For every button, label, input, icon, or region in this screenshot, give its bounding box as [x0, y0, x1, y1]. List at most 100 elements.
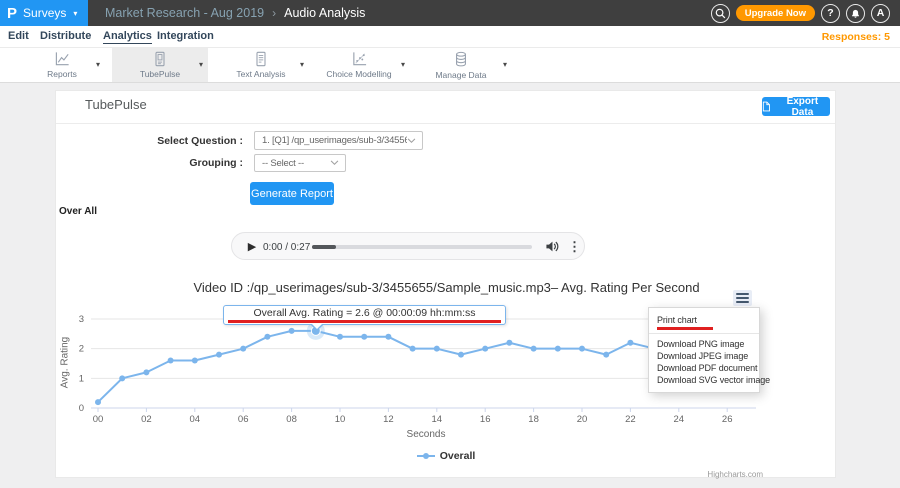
data-point[interactable] — [458, 352, 464, 358]
data-point[interactable] — [264, 334, 270, 340]
chart-context-menu-button[interactable] — [733, 290, 752, 306]
legend-item-overall[interactable]: Overall — [346, 450, 546, 462]
scatter-model-icon — [351, 51, 368, 67]
text-document-icon — [253, 51, 269, 67]
search-button[interactable] — [711, 4, 730, 23]
hamburger-icon — [736, 293, 749, 295]
responses-count[interactable]: Responses: 5 — [822, 31, 890, 43]
x-tick-label: 00 — [93, 414, 104, 425]
help-button[interactable]: ? — [821, 4, 840, 23]
seek-bar[interactable] — [312, 245, 532, 249]
x-tick-label: 18 — [528, 414, 539, 425]
x-tick-label: 06 — [238, 414, 249, 425]
data-point[interactable] — [603, 352, 609, 358]
data-point[interactable] — [627, 340, 633, 346]
data-point[interactable] — [385, 334, 391, 340]
toolbar-item-label: Manage Data — [435, 70, 486, 80]
nav-item-distribute[interactable]: Distribute — [40, 30, 91, 42]
x-tick-label: 24 — [674, 414, 685, 425]
data-point[interactable] — [143, 369, 149, 375]
menu-item-print-chart[interactable]: Print chart — [649, 313, 759, 326]
player-kebab-menu[interactable]: ⋮ — [568, 238, 580, 255]
data-point[interactable] — [579, 346, 585, 352]
legend-label: Overall — [440, 450, 476, 462]
data-point[interactable] — [95, 399, 101, 405]
data-point[interactable] — [410, 346, 416, 352]
notifications-button[interactable] — [846, 4, 865, 23]
bell-icon — [850, 8, 861, 19]
data-point[interactable] — [192, 358, 198, 364]
data-point[interactable] — [506, 340, 512, 346]
grouping-dropdown[interactable]: -- Select -- — [254, 154, 346, 172]
select-question-value: 1. [Q1] /qp_userimages/sub-3/3455655/S..… — [255, 135, 407, 146]
seek-bar-played — [312, 245, 336, 249]
export-data-button[interactable]: Export Data — [762, 97, 830, 116]
data-point[interactable] — [168, 358, 174, 364]
toolbar-item-label: Reports — [47, 69, 77, 79]
x-tick-label: 16 — [480, 414, 491, 425]
audio-time: 0:00 / 0:27 — [263, 242, 310, 253]
toolbar-item-text-analysis[interactable]: Text Analysis — [213, 48, 309, 82]
toolbar-item-tubepulse[interactable]: TubePulse — [112, 48, 208, 82]
overall-section-label: Over All — [59, 206, 97, 217]
chart-tooltip: Overall Avg. Rating = 2.6 @ 00:00:09 hh:… — [223, 305, 506, 325]
toolbar-item-label: TubePulse — [140, 69, 180, 79]
y-axis-title: Avg. Rating — [60, 328, 71, 398]
annotation-red-underline — [657, 327, 713, 330]
top-bar-actions: Upgrade Now ? A — [711, 0, 890, 26]
export-file-icon — [762, 101, 771, 112]
data-point[interactable] — [337, 334, 343, 340]
upgrade-now-button[interactable]: Upgrade Now — [736, 5, 815, 21]
tubepulse-dropdown-caret-icon[interactable]: ▾ — [199, 60, 203, 69]
toolbar-item-manage-data[interactable]: Manage Data — [413, 48, 509, 82]
data-point[interactable] — [289, 328, 295, 334]
chart-tooltip-text: Overall Avg. Rating = 2.6 @ 00:00:09 hh:… — [224, 307, 505, 319]
data-point[interactable] — [119, 375, 125, 381]
generate-report-button[interactable]: Generate Report — [250, 182, 334, 205]
menu-separator — [649, 333, 759, 334]
chevron-down-icon — [330, 160, 339, 166]
avatar[interactable]: A — [871, 4, 890, 23]
menu-item-download-svg-vector-image[interactable]: Download SVG vector image — [649, 374, 759, 386]
tubepulse-panel: TubePulse Export Data Select Question : … — [55, 90, 836, 478]
x-tick-label: 22 — [625, 414, 636, 425]
line-chart-icon — [54, 51, 71, 67]
product-label: Surveys — [23, 6, 66, 20]
breadcrumb-survey-name[interactable]: Market Research - Aug 2019 — [105, 6, 264, 20]
surveys-menu[interactable]: P Surveys ▾ — [0, 0, 88, 26]
data-point[interactable] — [531, 346, 537, 352]
chevron-down-icon: ▾ — [73, 9, 77, 18]
volume-button[interactable] — [544, 240, 560, 254]
menu-item-download-jpeg-image[interactable]: Download JPEG image — [649, 350, 759, 362]
volume-icon — [545, 240, 559, 253]
toolbar-item-label: Text Analysis — [236, 69, 285, 79]
nav-item-analytics[interactable]: Analytics — [103, 30, 152, 44]
x-tick-label: 10 — [335, 414, 346, 425]
tube-report-icon — [152, 51, 168, 67]
nav-item-edit[interactable]: Edit — [8, 30, 29, 42]
reports-dropdown-caret-icon[interactable]: ▾ — [96, 60, 100, 69]
select-question-dropdown[interactable]: 1. [Q1] /qp_userimages/sub-3/3455655/S..… — [254, 131, 423, 150]
nav-item-integration[interactable]: Integration — [157, 30, 214, 42]
data-point[interactable] — [555, 346, 561, 352]
data-point[interactable] — [361, 334, 367, 340]
menu-item-download-pdf-document[interactable]: Download PDF document — [649, 362, 759, 374]
highcharts-credits[interactable]: Highcharts.com — [663, 470, 763, 479]
manage-data-dropdown-caret-icon[interactable]: ▾ — [503, 60, 507, 69]
y-tick-label: 0 — [79, 403, 84, 414]
breadcrumb: Market Research - Aug 2019 › Audio Analy… — [105, 0, 365, 26]
legend-marker-icon — [417, 452, 435, 460]
text-analysis-dropdown-caret-icon[interactable]: ▾ — [300, 60, 304, 69]
data-point[interactable] — [434, 346, 440, 352]
x-tick-label: 04 — [190, 414, 201, 425]
toolbar-item-choice-modelling[interactable]: Choice Modelling — [311, 48, 407, 82]
play-button[interactable]: ▶ — [245, 240, 259, 254]
menu-item-download-png-image[interactable]: Download PNG image — [649, 338, 759, 350]
y-tick-label: 3 — [79, 314, 84, 325]
data-point[interactable] — [216, 352, 222, 358]
data-point[interactable] — [482, 346, 488, 352]
choice-modelling-dropdown-caret-icon[interactable]: ▾ — [401, 60, 405, 69]
x-tick-label: 14 — [432, 414, 443, 425]
data-point[interactable] — [240, 346, 246, 352]
survey-nav: Edit Distribute Analytics Integration Re… — [0, 26, 900, 48]
